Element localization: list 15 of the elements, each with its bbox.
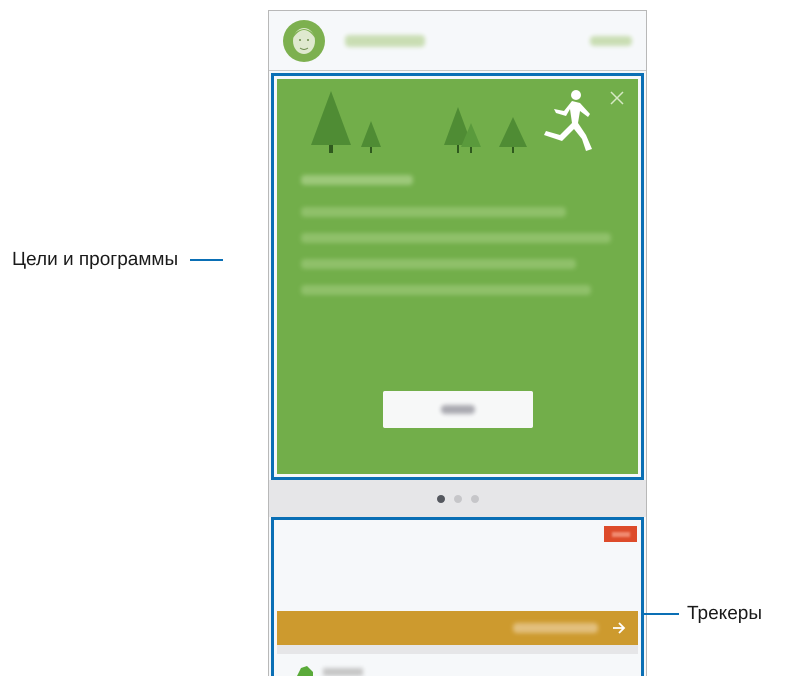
goal-card[interactable] [277,79,638,474]
blurred-button-label [440,405,474,414]
callout-label: Трекеры [687,602,762,626]
arrow-icon [612,621,626,635]
shoe-icon [295,666,313,676]
blurred-item-label [323,668,363,676]
close-icon[interactable] [610,91,624,105]
blurred-menu-label[interactable] [590,36,632,46]
avatar-icon[interactable] [283,20,325,62]
callout-label: Цели и программы [12,248,178,272]
start-button[interactable] [382,391,532,428]
blurred-badge-label [612,532,630,536]
view-all-bar[interactable] [277,611,638,645]
runner-icon [542,89,594,153]
leader-line [190,259,224,262]
